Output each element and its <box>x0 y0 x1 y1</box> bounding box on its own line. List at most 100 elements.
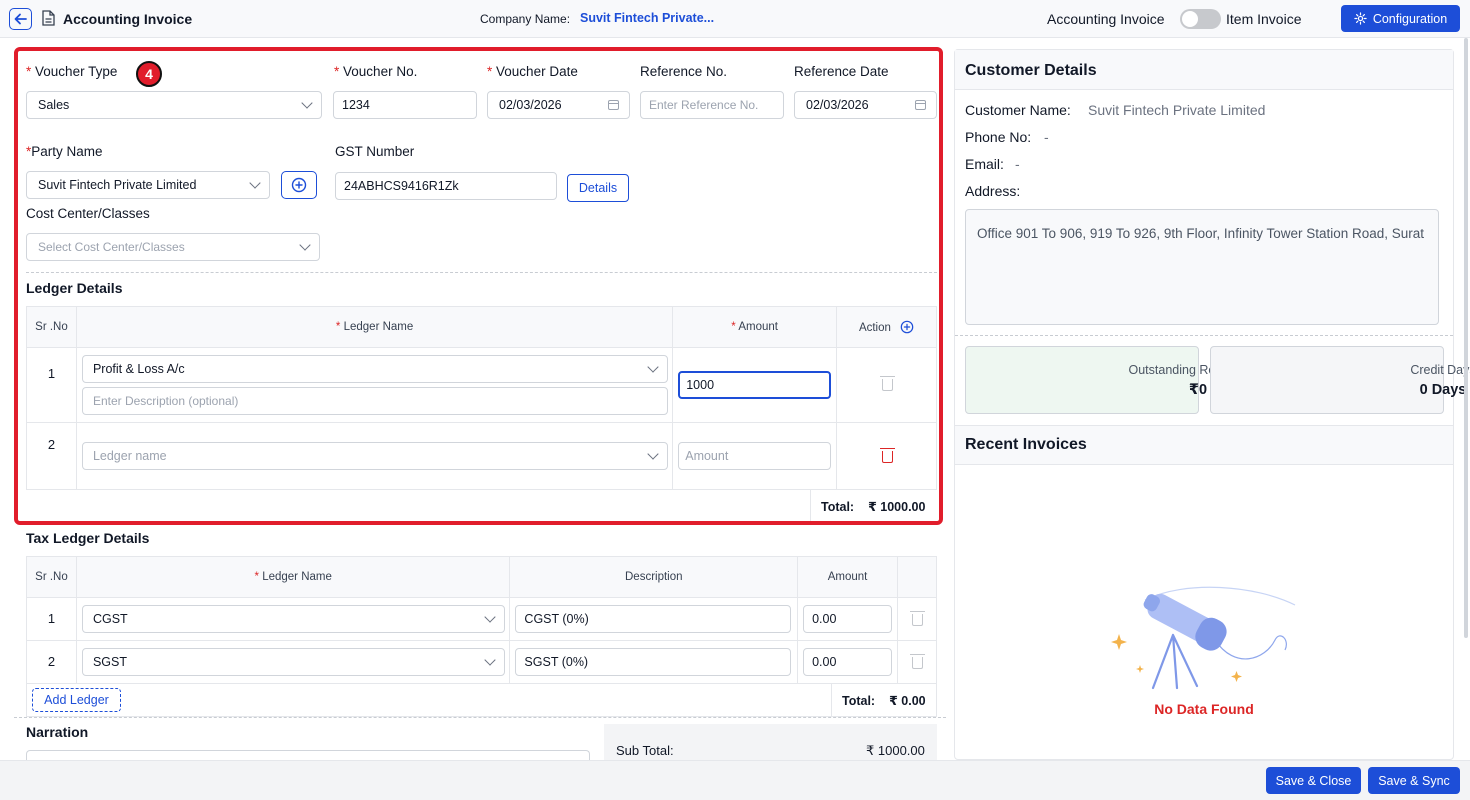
reference-date-value: 02/03/2026 <box>806 98 869 112</box>
voucher-no-label: * Voucher No. <box>334 64 417 79</box>
credit-days-card: Credit Days 0 Days <box>1210 346 1470 414</box>
row-description-cell: SGST (0%) <box>509 640 799 684</box>
row-srno: 2 <box>47 437 56 452</box>
tax-amount-input[interactable]: 0.00 <box>803 605 893 633</box>
col-amount-text: Amount <box>738 321 778 333</box>
credit-days-label: Credit Days <box>1410 363 1470 377</box>
toggle-knob <box>1182 11 1198 27</box>
table-row: 1 Profit & Loss A/c Enter Description (o… <box>26 347 937 423</box>
ledger-name-value: Profit & Loss A/c <box>92 362 185 376</box>
footer-bar <box>0 760 1470 800</box>
email-label: Email: <box>965 156 1004 172</box>
ledger-name-select[interactable]: Profit & Loss A/c <box>81 355 668 383</box>
chevron-down-icon <box>301 97 313 109</box>
trash-icon[interactable] <box>910 654 926 669</box>
voucher-date-value: 02/03/2026 <box>499 98 562 112</box>
col-action <box>897 556 937 598</box>
ledger-table-header: Sr .No * Ledger Name * Amount Action <box>26 306 937 348</box>
voucher-type-select[interactable]: Sales <box>26 91 322 119</box>
customer-details-title: Customer Details <box>965 62 1097 79</box>
calendar-icon[interactable] <box>915 100 926 110</box>
add-row-icon[interactable] <box>900 320 914 334</box>
col-srno: Sr .No <box>26 306 77 348</box>
save-close-button[interactable]: Save & Close <box>1266 767 1361 794</box>
voucher-type-label: * Voucher Type <box>26 64 117 79</box>
section-divider <box>14 717 946 718</box>
back-button[interactable] <box>9 8 32 30</box>
ledger-name-select[interactable]: Ledger name <box>81 442 668 470</box>
subtotal-label: Sub Total: <box>616 743 674 758</box>
row-amount-cell: Amount <box>672 422 838 490</box>
tax-description-input[interactable]: SGST (0%) <box>515 648 792 676</box>
gst-number-value: 24ABHCS9416R1Zk <box>344 179 459 193</box>
voucher-date-label: * Voucher Date <box>487 64 578 79</box>
col-amount: Amount <box>797 556 899 598</box>
scrollbar[interactable] <box>1464 38 1468 638</box>
description-placeholder: Enter Description (optional) <box>92 394 239 408</box>
col-action: Action <box>836 306 937 348</box>
voucher-date-input[interactable]: 02/03/2026 <box>487 91 630 119</box>
trash-icon[interactable] <box>880 448 896 463</box>
address-box: Office 901 To 906, 919 To 926, 9th Floor… <box>965 209 1439 325</box>
required-mark: * <box>334 64 340 79</box>
col-action-text: Action <box>858 322 891 334</box>
required-mark: * <box>731 321 736 333</box>
tax-table-footer <box>26 683 937 717</box>
required-mark: * <box>487 64 493 79</box>
cost-center-placeholder: Select Cost Center/Classes <box>38 240 185 254</box>
voucher-no-input[interactable]: 1234 <box>333 91 477 119</box>
party-name-value: Suvit Fintech Private Limited <box>38 178 197 192</box>
row-ledger-cell: Ledger name <box>75 422 674 490</box>
save-sync-button[interactable]: Save & Sync <box>1368 767 1460 794</box>
tax-description-input[interactable]: CGST (0%) <box>515 605 792 633</box>
ledger-name-placeholder: Ledger name <box>92 449 167 463</box>
tax-ledger-select[interactable]: SGST <box>81 648 505 676</box>
row-action-cell <box>897 640 937 684</box>
row-description-cell: CGST (0%) <box>509 597 799 641</box>
tax-amount-input[interactable]: 0.00 <box>803 648 893 676</box>
cost-center-select[interactable]: Select Cost Center/Classes <box>26 233 320 261</box>
reference-no-input[interactable]: Enter Reference No. <box>640 91 784 119</box>
section-divider <box>26 272 937 273</box>
col-ledger-name-text: Ledger Name <box>262 571 332 583</box>
calendar-icon[interactable] <box>608 100 619 110</box>
reference-no-placeholder: Enter Reference No. <box>649 98 759 112</box>
trash-icon[interactable] <box>880 376 896 391</box>
credit-days-value: 0 Days <box>1419 382 1467 398</box>
chevron-down-icon <box>484 654 496 666</box>
company-name-value[interactable]: Suvit Fintech Private... <box>580 11 714 25</box>
add-party-button[interactable] <box>281 171 317 199</box>
col-amount: * Amount <box>672 306 838 348</box>
tax-total-label: Total: <box>842 693 876 708</box>
amount-input[interactable]: Amount <box>678 442 832 470</box>
voucher-date-label-text: Voucher Date <box>496 64 578 79</box>
description-input[interactable]: Enter Description (optional) <box>81 387 668 415</box>
required-mark: * <box>26 64 32 79</box>
amount-placeholder: Amount <box>685 449 729 463</box>
add-ledger-button[interactable]: Add Ledger <box>32 688 121 712</box>
reference-date-input[interactable]: 02/03/2026 <box>794 91 937 119</box>
row-action-cell <box>897 597 937 641</box>
tax-total: Total: ₹ 0.00 <box>842 693 926 709</box>
ledger-total: Total: ₹ 1000.00 <box>821 499 926 515</box>
ledger-total-value: ₹ 1000.00 <box>868 500 926 514</box>
col-ledger-name: * Ledger Name <box>75 306 674 348</box>
col-description: Description <box>509 556 799 598</box>
company-name-label: Company Name: <box>480 12 571 26</box>
tax-ledger-title: Tax Ledger Details <box>26 530 150 546</box>
party-name-select[interactable]: Suvit Fintech Private Limited <box>26 171 270 199</box>
recent-invoices-header: Recent Invoices <box>955 425 1453 465</box>
col-srno: Sr .No <box>26 556 77 598</box>
customer-name-value: Suvit Fintech Private Limited <box>1088 102 1266 118</box>
amount-input[interactable]: 1000 <box>678 371 832 399</box>
tax-description-value: CGST (0%) <box>524 612 589 626</box>
document-icon <box>42 10 55 26</box>
trash-icon[interactable] <box>910 611 926 626</box>
configuration-button[interactable]: Configuration <box>1341 5 1460 32</box>
details-button[interactable]: Details <box>567 174 629 202</box>
configuration-label: Configuration <box>1372 11 1448 26</box>
gst-number-input[interactable]: 24ABHCS9416R1Zk <box>335 172 557 200</box>
invoice-type-toggle[interactable] <box>1180 9 1221 29</box>
tax-ledger-table: Sr .No * Ledger Name Description Amount … <box>26 556 937 684</box>
tax-ledger-select[interactable]: CGST <box>81 605 505 633</box>
